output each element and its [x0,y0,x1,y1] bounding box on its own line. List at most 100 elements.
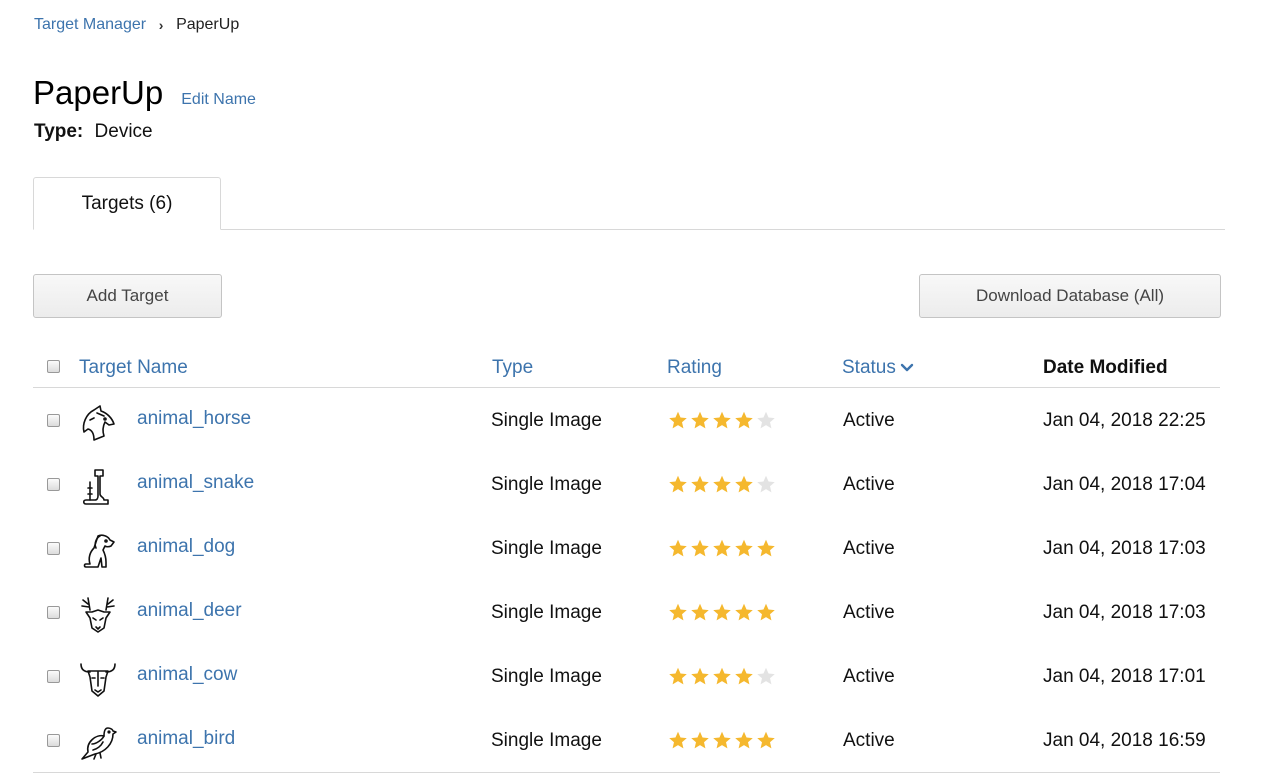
star-filled-icon [667,410,689,436]
target-type: Single Image [491,730,602,751]
date-modified: Jan 04, 2018 16:59 [1043,730,1206,751]
star-empty-icon [755,410,777,436]
target-name-link[interactable]: animal_horse [137,408,251,430]
download-database-button[interactable]: Download Database (All) [919,274,1221,318]
horse-icon [78,402,118,442]
star-filled-icon [667,474,689,500]
bird-icon [78,722,118,762]
targets-table: Target Name Type Rating Status Date Modi… [33,348,1220,773]
target-name-link[interactable]: animal_deer [137,600,242,622]
star-filled-icon [733,730,755,756]
target-type: Single Image [491,474,602,495]
target-status: Active [843,730,895,751]
table-header: Target Name Type Rating Status Date Modi… [33,348,1220,388]
select-all-checkbox[interactable] [47,360,60,373]
target-name-link[interactable]: animal_dog [137,536,235,558]
row-checkbox[interactable] [47,670,60,683]
star-filled-icon [689,602,711,628]
star-filled-icon [711,474,733,500]
chevron-down-icon [900,363,914,372]
star-filled-icon [689,474,711,500]
target-status: Active [843,538,895,559]
rating-stars [667,474,777,500]
row-checkbox[interactable] [47,606,60,619]
rating-stars [667,538,777,564]
table-row: animal_dog Single Image Active Jan 04, 2018… [33,516,1220,580]
target-name-link[interactable]: animal_cow [137,664,237,686]
star-filled-icon [711,730,733,756]
cow-icon [78,658,118,698]
star-filled-icon [689,666,711,692]
star-filled-icon [689,410,711,436]
star-filled-icon [711,538,733,564]
star-filled-icon [667,730,689,756]
snake-icon [78,466,118,506]
target-status: Active [843,410,895,431]
star-empty-icon [755,474,777,500]
rating-stars [667,602,777,628]
target-status: Active [843,602,895,623]
breadcrumb: Target Manager › PaperUp [34,14,239,36]
star-filled-icon [667,538,689,564]
star-filled-icon [755,730,777,756]
date-modified: Jan 04, 2018 22:25 [1043,410,1206,431]
star-filled-icon [667,602,689,628]
table-row: animal_bird Single Image Active Jan 04, 201… [33,708,1220,772]
add-target-button[interactable]: Add Target [33,274,222,318]
row-checkbox[interactable] [47,734,60,747]
target-name-link[interactable]: animal_bird [137,728,235,750]
star-filled-icon [733,666,755,692]
target-name-link[interactable]: animal_snake [137,472,254,494]
rating-stars [667,410,777,436]
type-value: Device [94,121,153,142]
date-modified: Jan 04, 2018 17:04 [1043,474,1206,495]
star-filled-icon [689,730,711,756]
star-filled-icon [733,602,755,628]
breadcrumb-current: PaperUp [176,16,240,33]
breadcrumb-target-manager-link[interactable]: Target Manager [34,16,146,34]
star-filled-icon [711,410,733,436]
rating-stars [667,730,777,756]
star-filled-icon [733,538,755,564]
target-type: Single Image [491,538,602,559]
status-header-label: Status [842,357,896,378]
star-filled-icon [733,474,755,500]
target-type: Single Image [491,410,602,431]
column-header-type[interactable]: Type [492,357,533,379]
edit-name-link[interactable]: Edit Name [181,91,256,109]
table-row: animal_deer Single Image Active Jan 04, 201… [33,580,1220,644]
table-body: animal_horse Single Image Active Jan 04, 20… [33,388,1220,773]
star-filled-icon [711,666,733,692]
column-header-target-name[interactable]: Target Name [79,357,188,379]
date-modified: Jan 04, 2018 17:03 [1043,602,1206,623]
star-filled-icon [689,538,711,564]
star-filled-icon [755,602,777,628]
target-status: Active [843,666,895,687]
dog-icon [78,530,118,570]
database-type: Type: Device [34,121,153,143]
target-type: Single Image [491,666,602,687]
target-type: Single Image [491,602,602,623]
row-checkbox[interactable] [47,542,60,555]
star-filled-icon [733,410,755,436]
row-checkbox[interactable] [47,414,60,427]
table-row: animal_cow Single Image Active Jan 04, 2018… [33,644,1220,708]
row-checkbox[interactable] [47,478,60,491]
target-status: Active [843,474,895,495]
column-header-status[interactable]: Status [842,357,914,379]
table-row: animal_snake Single Image Active Jan 04, 20… [33,452,1220,516]
page-title: PaperUp [33,74,164,111]
column-header-rating[interactable]: Rating [667,357,722,379]
tab-targets[interactable]: Targets (6) [33,177,221,230]
date-modified: Jan 04, 2018 17:01 [1043,666,1206,687]
tab-bar: Targets (6) [33,177,1225,230]
table-row: animal_horse Single Image Active Jan 04, 20… [33,388,1220,452]
target-manager-page: Target Manager › PaperUp PaperUp Edit Na… [0,0,1265,782]
breadcrumb-separator: › [158,17,164,33]
rating-stars [667,666,777,692]
star-filled-icon [755,538,777,564]
star-filled-icon [711,602,733,628]
date-modified: Jan 04, 2018 17:03 [1043,538,1206,559]
type-label: Type: [34,121,84,142]
column-header-date-modified: Date Modified [1043,357,1168,378]
